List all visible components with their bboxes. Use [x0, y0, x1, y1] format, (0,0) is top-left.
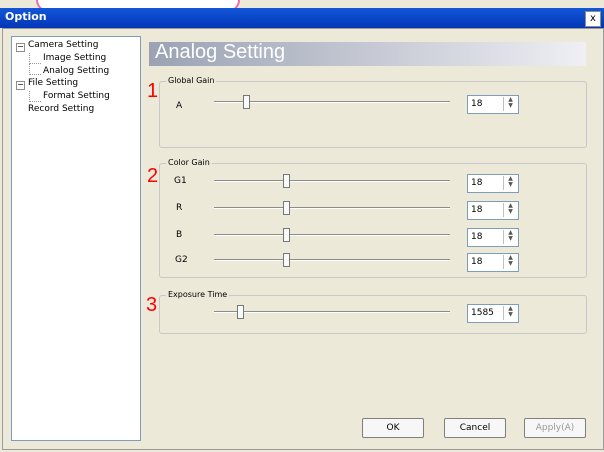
spinner[interactable]: ▲ ▼ [503, 306, 517, 320]
spinner[interactable]: ▲ ▼ [503, 176, 517, 190]
gain-label-a: A [176, 101, 183, 111]
gain-label-g1: G1 [174, 176, 187, 186]
slider-thumb[interactable] [283, 174, 290, 188]
slider-thumb[interactable] [283, 253, 290, 267]
section-marker-3: 3 [146, 294, 158, 316]
close-icon[interactable]: x [585, 11, 601, 27]
cancel-button[interactable]: Cancel [444, 418, 506, 438]
slider-track[interactable] [214, 180, 450, 182]
value-text: 18 [471, 99, 483, 109]
settings-tree: − Camera Setting Image Setting Analog Se… [11, 36, 141, 441]
spinner[interactable]: ▲ ▼ [503, 230, 517, 244]
section-marker-1: 1 [147, 80, 159, 102]
value-input[interactable]: 1585 ▲ ▼ [467, 304, 519, 323]
tree-item-format-setting[interactable]: Format Setting [43, 91, 110, 101]
tree-branch-line [29, 63, 41, 75]
value-input[interactable]: 18 ▲ ▼ [467, 95, 519, 114]
value-text: 18 [471, 205, 483, 215]
gain-label-g2: G2 [175, 255, 188, 265]
slider-track[interactable] [214, 234, 450, 236]
slider-thumb[interactable] [243, 95, 250, 109]
group-legend: Color Gain [166, 158, 212, 167]
value-text: 18 [471, 257, 483, 267]
value-input[interactable]: 18 ▲ ▼ [467, 228, 519, 247]
value-text: 18 [471, 232, 483, 242]
section-marker-2: 2 [147, 165, 159, 187]
slider-thumb[interactable] [283, 228, 290, 242]
gain-label-r: R [176, 203, 183, 213]
page-header: Analog Setting [149, 41, 586, 66]
spinner[interactable]: ▲ ▼ [503, 203, 517, 217]
collapse-icon[interactable]: − [16, 81, 25, 90]
title-bar: Option x [0, 8, 604, 28]
group-legend: Exposure Time [166, 290, 230, 299]
ok-button[interactable]: OK [362, 418, 424, 438]
spinner[interactable]: ▲ ▼ [503, 97, 517, 111]
slider-thumb[interactable] [237, 305, 244, 319]
collapse-icon[interactable]: − [16, 43, 25, 52]
slider-track[interactable] [214, 311, 450, 313]
apply-button[interactable]: Apply(A) [524, 418, 586, 438]
slider-track[interactable] [214, 207, 450, 209]
group-legend: Global Gain [166, 76, 217, 85]
gain-label-b: B [176, 230, 183, 240]
tree-item-camera-setting[interactable]: Camera Setting [28, 40, 98, 50]
tree-item-record-setting[interactable]: Record Setting [28, 104, 94, 114]
value-text: 1585 [471, 308, 494, 318]
value-text: 18 [471, 178, 483, 188]
tree-branch-line [29, 91, 41, 102]
page-title: Analog Setting [155, 41, 286, 63]
window-title: Option [5, 10, 47, 23]
spinner[interactable]: ▲ ▼ [503, 255, 517, 269]
slider-thumb[interactable] [283, 201, 290, 215]
exposure-time-group: Exposure Time [159, 290, 587, 334]
value-input[interactable]: 18 ▲ ▼ [467, 201, 519, 220]
value-input[interactable]: 18 ▲ ▼ [467, 174, 519, 193]
global-gain-group: Global Gain [159, 76, 587, 148]
tree-item-image-setting[interactable]: Image Setting [43, 53, 106, 63]
slider-track[interactable] [214, 259, 450, 261]
value-input[interactable]: 18 ▲ ▼ [467, 253, 519, 272]
tree-item-analog-setting[interactable]: Analog Setting [43, 66, 109, 76]
tree-item-file-setting[interactable]: File Setting [28, 78, 78, 88]
